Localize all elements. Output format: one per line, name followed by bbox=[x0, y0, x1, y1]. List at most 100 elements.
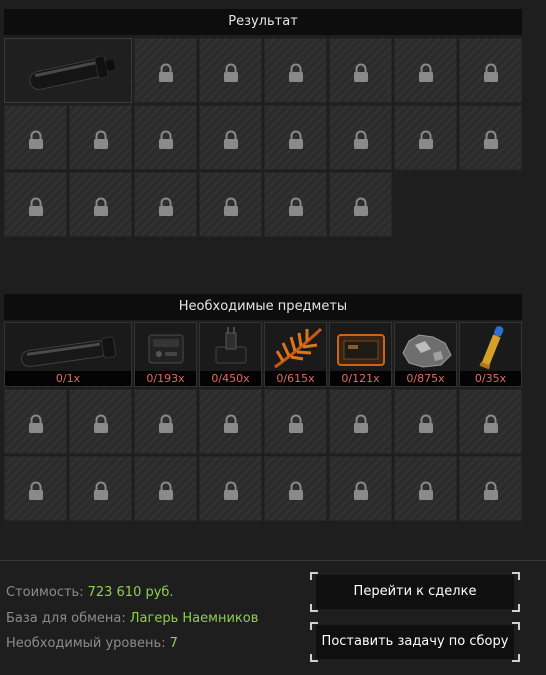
ore-chunk-icon bbox=[402, 334, 452, 368]
exchange-base-label: База для обмена: bbox=[6, 611, 126, 626]
lock-icon bbox=[418, 130, 433, 149]
required-item-silencer[interactable]: 0/1x bbox=[4, 322, 132, 387]
cartridge-icon bbox=[479, 326, 504, 370]
lock-icon bbox=[223, 414, 238, 433]
lock-icon bbox=[28, 414, 43, 433]
required-level-value: 7 bbox=[169, 636, 178, 651]
locked-slot bbox=[134, 456, 197, 521]
locked-slot bbox=[459, 389, 522, 454]
lock-icon bbox=[483, 414, 498, 433]
go-to-deal-button[interactable]: Перейти к сделке bbox=[316, 575, 514, 609]
lock-icon bbox=[223, 197, 238, 216]
locked-slot bbox=[199, 389, 262, 454]
silencer-icon bbox=[29, 55, 115, 90]
locked-slot bbox=[264, 389, 327, 454]
locked-slot bbox=[329, 38, 392, 103]
lock-icon bbox=[483, 481, 498, 500]
orange-panel-icon bbox=[337, 334, 385, 366]
lock-icon bbox=[353, 481, 368, 500]
locked-slot bbox=[199, 172, 262, 237]
lock-icon bbox=[93, 197, 108, 216]
go-to-deal-button-frame: Перейти к сделке bbox=[310, 572, 520, 612]
result-panel-title: Результат bbox=[4, 9, 522, 35]
locked-slot bbox=[134, 172, 197, 237]
lock-icon bbox=[223, 63, 238, 82]
lock-icon bbox=[158, 63, 173, 82]
locked-slot bbox=[4, 105, 67, 170]
locked-slot bbox=[394, 38, 457, 103]
locked-slot bbox=[69, 389, 132, 454]
locked-slot bbox=[394, 456, 457, 521]
locked-slot bbox=[199, 105, 262, 170]
locked-slot bbox=[329, 105, 392, 170]
lock-icon bbox=[158, 481, 173, 500]
required-level-row: Необходимый уровень: 7 bbox=[6, 636, 178, 651]
locked-slot bbox=[69, 172, 132, 237]
electronics-icon bbox=[215, 327, 247, 364]
locked-slot bbox=[394, 389, 457, 454]
lock-icon bbox=[483, 130, 498, 149]
required-item-ore-chunk[interactable]: 0/875x bbox=[394, 322, 457, 387]
footer-divider bbox=[0, 560, 546, 561]
lock-icon bbox=[28, 197, 43, 216]
required-panel-title: Необходимые предметы bbox=[4, 294, 522, 320]
silencer-icon bbox=[20, 336, 117, 368]
lock-icon bbox=[93, 481, 108, 500]
locked-slot bbox=[264, 105, 327, 170]
locked-slot bbox=[4, 389, 67, 454]
required-qty: 0/615x bbox=[265, 371, 326, 386]
locked-slot bbox=[134, 38, 197, 103]
locked-slot bbox=[199, 38, 262, 103]
lock-icon bbox=[93, 130, 108, 149]
lock-icon bbox=[288, 63, 303, 82]
cost-row: Стоимость: 723 610 руб. bbox=[6, 585, 174, 600]
set-collection-task-button[interactable]: Поставить задачу по сбору bbox=[316, 625, 514, 659]
lock-icon bbox=[353, 130, 368, 149]
result-item-slot[interactable] bbox=[4, 38, 132, 103]
required-item-orange-panel[interactable]: 0/121x bbox=[329, 322, 392, 387]
required-item-fern-plant[interactable]: 0/615x bbox=[264, 322, 327, 387]
required-item-device-box[interactable]: 0/193x bbox=[134, 322, 197, 387]
lock-icon bbox=[288, 197, 303, 216]
locked-slot bbox=[69, 456, 132, 521]
required-items-grid: 0/1x 0/193x 0/450x 0/615x 0/121x 0/875x … bbox=[4, 322, 522, 521]
locked-slot bbox=[199, 456, 262, 521]
required-qty: 0/35x bbox=[460, 371, 521, 386]
locked-slot bbox=[264, 456, 327, 521]
required-qty: 0/1x bbox=[5, 371, 131, 386]
locked-slot bbox=[264, 38, 327, 103]
set-collection-task-button-frame: Поставить задачу по сбору bbox=[310, 622, 520, 662]
locked-slot bbox=[69, 105, 132, 170]
locked-slot bbox=[459, 456, 522, 521]
locked-slot bbox=[459, 38, 522, 103]
lock-icon bbox=[158, 130, 173, 149]
locked-slot bbox=[329, 456, 392, 521]
cost-label: Стоимость: bbox=[6, 585, 84, 600]
lock-icon bbox=[418, 481, 433, 500]
device-box-icon bbox=[148, 334, 184, 364]
lock-icon bbox=[93, 414, 108, 433]
required-level-label: Необходимый уровень: bbox=[6, 636, 166, 651]
locked-slot bbox=[329, 172, 392, 237]
lock-icon bbox=[353, 63, 368, 82]
lock-icon bbox=[353, 197, 368, 216]
lock-icon bbox=[353, 414, 368, 433]
lock-icon bbox=[418, 63, 433, 82]
locked-slot bbox=[394, 105, 457, 170]
required-item-cartridge[interactable]: 0/35x bbox=[459, 322, 522, 387]
required-qty: 0/450x bbox=[200, 371, 261, 386]
lock-icon bbox=[223, 130, 238, 149]
lock-icon bbox=[28, 130, 43, 149]
lock-icon bbox=[483, 63, 498, 82]
cost-value: 723 610 руб. bbox=[87, 585, 174, 600]
lock-icon bbox=[288, 130, 303, 149]
lock-icon bbox=[158, 414, 173, 433]
required-qty: 0/121x bbox=[330, 371, 391, 386]
lock-icon bbox=[288, 414, 303, 433]
lock-icon bbox=[28, 481, 43, 500]
required-qty: 0/193x bbox=[135, 371, 196, 386]
locked-slot bbox=[4, 456, 67, 521]
required-item-electronics[interactable]: 0/450x bbox=[199, 322, 262, 387]
lock-icon bbox=[418, 414, 433, 433]
fern-plant-icon bbox=[274, 327, 323, 369]
